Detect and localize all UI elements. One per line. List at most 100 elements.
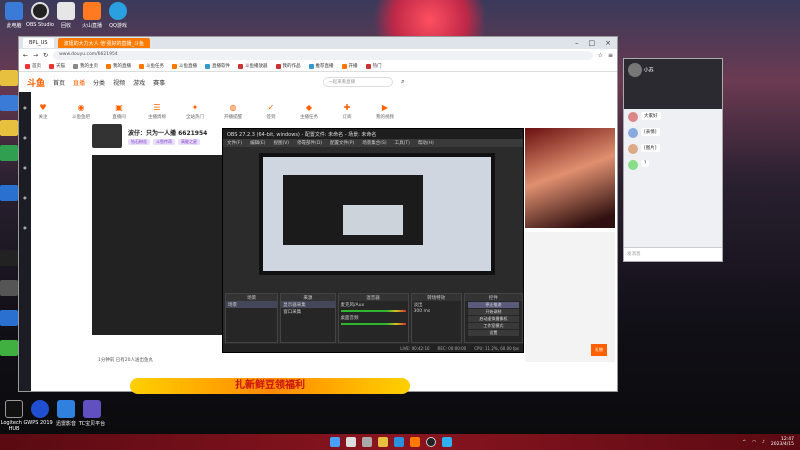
feature-item[interactable]: ▶ 我的视频 xyxy=(371,103,399,120)
qq-icon[interactable] xyxy=(442,437,452,447)
search-icon[interactable]: ⌕ xyxy=(401,78,404,86)
obs-icon[interactable] xyxy=(426,437,436,447)
explorer-icon[interactable] xyxy=(378,437,388,447)
sidebar-item[interactable]: ● xyxy=(19,182,31,212)
feature-item[interactable]: ▣ 直播间 xyxy=(105,103,133,120)
menu-help[interactable]: 帮助(H) xyxy=(418,140,434,146)
menu-icon[interactable]: ≡ xyxy=(608,52,613,59)
browser-tab-active[interactable]: 波妞的大力大人 他'强好的直播_斗鱼 xyxy=(57,38,151,48)
menu-view[interactable]: 视图(V) xyxy=(273,140,289,146)
desktop-icon-ghub[interactable]: Logitech G HUB xyxy=(0,400,28,432)
bookmark-item[interactable]: 斗鱼直播 xyxy=(172,63,197,69)
maximize-icon[interactable]: □ xyxy=(589,39,596,47)
menu-profile[interactable]: 配置文件(P) xyxy=(330,140,354,146)
feature-item[interactable]: ◍ 开播提醒 xyxy=(219,103,247,120)
bookmark-item[interactable]: 直播软件 xyxy=(205,63,230,69)
browser-icon[interactable] xyxy=(394,437,404,447)
scene-item[interactable]: 场景 xyxy=(226,301,278,308)
source-item[interactable]: 显示器采集 xyxy=(281,301,335,308)
desktop-app-icon[interactable] xyxy=(0,340,18,356)
video-player[interactable] xyxy=(92,155,222,335)
site-search-input[interactable]: 一起来看直播 xyxy=(323,77,394,87)
gift-button[interactable]: 礼物 xyxy=(591,344,607,356)
sidebar-item[interactable]: ● xyxy=(19,122,31,152)
desktop-app-icon[interactable] xyxy=(0,185,18,201)
minimize-icon[interactable]: – xyxy=(575,39,579,47)
nav-events[interactable]: 赛事 xyxy=(153,78,165,87)
source-item[interactable]: 窗口采集 xyxy=(281,308,334,315)
bookmark-item[interactable]: 我的主页 xyxy=(73,63,98,69)
message-input[interactable]: 发消息 xyxy=(624,247,722,261)
close-icon[interactable]: × xyxy=(605,39,611,47)
search-icon[interactable] xyxy=(346,437,356,447)
desktop-icon-qqgame[interactable]: QQ游戏 xyxy=(104,2,132,29)
forward-icon[interactable]: → xyxy=(33,52,38,59)
start-icon[interactable] xyxy=(330,437,340,447)
feature-item[interactable]: ◉ 斗鱼鱼吧 xyxy=(67,103,95,120)
studio-mode-button[interactable]: 工作室模式 xyxy=(467,323,519,329)
desktop-icon-wps[interactable]: WPS 2019 xyxy=(26,400,54,426)
clock[interactable]: 12:47 2023/4/15 xyxy=(771,437,794,447)
desktop-icon-xunlei[interactable]: 迅雷影音 xyxy=(52,400,80,427)
taskview-icon[interactable] xyxy=(362,437,372,447)
back-icon[interactable]: ← xyxy=(23,52,28,59)
network-icon[interactable]: ◠ xyxy=(752,440,756,445)
nav-game[interactable]: 游戏 xyxy=(133,78,145,87)
star-icon[interactable]: ☆ xyxy=(598,52,603,59)
desktop-folder-icon[interactable] xyxy=(0,70,18,86)
bookmark-item[interactable]: 热门 xyxy=(365,63,382,69)
desktop-icon-computer[interactable]: 此电脑 xyxy=(0,2,28,29)
desktop-icon-huoshan[interactable]: 火山直播 xyxy=(78,2,106,29)
nav-live[interactable]: 直播 xyxy=(73,78,85,87)
chevron-up-icon[interactable]: ^ xyxy=(742,440,746,445)
url-input[interactable]: www.douyu.com/6621954 xyxy=(53,50,593,60)
feature-item[interactable]: ✚ 订阅 xyxy=(333,103,361,120)
duration-input[interactable]: 300 ms xyxy=(412,308,461,315)
feature-item[interactable]: ◆ 主播任务 xyxy=(295,103,323,120)
menu-scenes[interactable]: 场景集合(S) xyxy=(362,140,386,146)
transition-select[interactable]: 淡出 xyxy=(412,301,461,308)
sidebar-item[interactable]: ● xyxy=(19,212,31,242)
stop-stream-button[interactable]: 停止推流 xyxy=(467,302,519,308)
bookmark-item[interactable]: 我的直播 xyxy=(106,63,131,69)
settings-button[interactable]: 设置 xyxy=(467,330,519,336)
menu-edit[interactable]: 编辑(E) xyxy=(250,140,265,146)
feature-item[interactable]: ♥ 关注 xyxy=(29,103,57,120)
nav-category[interactable]: 分类 xyxy=(93,78,105,87)
menu-tools[interactable]: 工具(T) xyxy=(395,140,410,146)
feature-item[interactable]: ☰ 主播周榜 xyxy=(143,103,171,120)
bookmark-item[interactable]: 我的作品 xyxy=(275,63,301,69)
sidebar-item[interactable]: ● xyxy=(19,152,31,182)
desktop-app-icon[interactable] xyxy=(0,310,18,326)
menu-docks[interactable]: 停靠部件(D) xyxy=(297,140,322,146)
desktop-icon-tc[interactable]: TC宝贝平台 xyxy=(78,400,106,427)
desktop-app-icon[interactable] xyxy=(0,250,18,266)
desktop-icon-obs[interactable]: OBS Studio xyxy=(26,2,54,28)
sidebar-item[interactable]: ● xyxy=(19,92,31,122)
bookmark-item[interactable]: 斗鱼播放器 xyxy=(238,63,268,69)
volume-meter[interactable] xyxy=(340,323,406,325)
desktop-app-icon[interactable] xyxy=(0,95,18,111)
bookmark-item[interactable]: 首页 xyxy=(25,63,41,69)
volume-meter[interactable] xyxy=(340,310,406,312)
douyu-icon[interactable] xyxy=(410,437,420,447)
avatar[interactable] xyxy=(92,124,122,148)
browser-tab[interactable]: BPL_US xyxy=(23,38,54,48)
refresh-icon[interactable]: ↻ xyxy=(43,52,48,59)
bookmark-item[interactable]: 天猫 xyxy=(49,63,65,69)
bookmark-item[interactable]: 开播 xyxy=(341,63,358,69)
nav-home[interactable]: 首页 xyxy=(53,78,65,87)
nav-video[interactable]: 视频 xyxy=(113,78,125,87)
bookmark-item[interactable]: 推荐直播 xyxy=(308,63,334,69)
promo-banner[interactable]: 扎新鲜豆领福利 xyxy=(130,378,410,394)
feature-item[interactable]: ✓ 签到 xyxy=(257,103,285,120)
desktop-icon-recycle[interactable]: 回收 xyxy=(52,2,80,29)
feature-item[interactable]: ✦ 全站热门 xyxy=(181,103,209,120)
start-record-button[interactable]: 开始录制 xyxy=(467,309,519,315)
bookmark-item[interactable]: 斗鱼任务 xyxy=(139,63,164,69)
menu-file[interactable]: 文件(F) xyxy=(227,140,242,146)
volume-icon[interactable]: ♪ xyxy=(762,440,765,445)
site-logo[interactable]: 斗鱼 xyxy=(27,76,45,89)
desktop-app-icon[interactable] xyxy=(0,280,18,296)
virtual-cam-button[interactable]: 启动虚拟摄像机 xyxy=(467,316,519,322)
